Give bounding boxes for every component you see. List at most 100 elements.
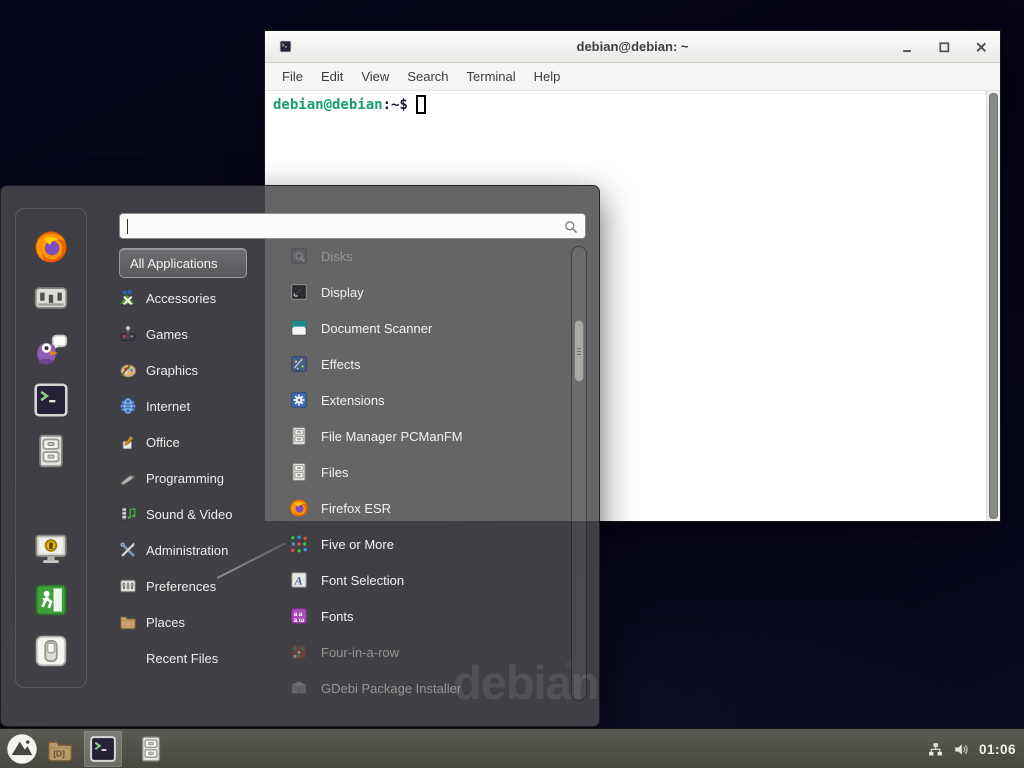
extensions-icon (289, 390, 309, 410)
menu-help[interactable]: Help (525, 66, 570, 87)
category-internet[interactable]: Internet (119, 388, 269, 424)
search-input[interactable] (120, 214, 585, 238)
category-label: Graphics (146, 363, 198, 378)
category-accessories[interactable]: Accessories (119, 280, 269, 316)
svg-text:A: A (294, 574, 303, 588)
favorites-panel (15, 208, 87, 688)
network-icon[interactable] (927, 741, 944, 758)
terminal-scrollbar-thumb[interactable] (989, 93, 998, 519)
desktop-folder-launcher[interactable]: [D] (46, 736, 74, 764)
preferences-icon (119, 577, 137, 595)
firefox-icon (289, 498, 309, 518)
app-file-manager-pcmanfm[interactable]: File Manager PCManFM (273, 418, 565, 454)
category-places[interactable]: Places (119, 604, 269, 640)
accessories-icon (119, 289, 137, 307)
app-extensions[interactable]: Extensions (273, 382, 565, 418)
app-effects[interactable]: Effects (273, 346, 565, 382)
file-cabinet-icon (289, 462, 309, 482)
office-icon (119, 433, 137, 451)
minimize-button[interactable] (899, 39, 916, 56)
app-label: Effects (321, 357, 361, 372)
menu-view[interactable]: View (352, 66, 398, 87)
app-label: Firefox ESR (321, 501, 391, 516)
terminal-titlebar[interactable]: debian@debian: ~ (265, 31, 1000, 63)
app-fonts[interactable]: a aa ω Fonts (273, 598, 565, 634)
app-five-or-more[interactable]: Five or More (273, 526, 565, 562)
category-recent-files[interactable]: Recent Files (119, 640, 269, 676)
svg-text:[D]: [D] (53, 749, 65, 759)
menu-file[interactable]: File (273, 66, 312, 87)
favorite-control-center[interactable] (33, 280, 69, 316)
maximize-button[interactable] (936, 39, 953, 56)
category-list: All Applications Accessories Games Graphic… (119, 248, 269, 676)
app-files[interactable]: Files (273, 454, 565, 490)
app-disks[interactable]: Disks (273, 244, 565, 274)
taskbar-window-file-manager[interactable] (132, 731, 170, 767)
font-selection-icon: A (289, 570, 309, 590)
menu-terminal[interactable]: Terminal (458, 66, 525, 87)
menu-search-box[interactable] (119, 213, 586, 239)
category-label: Preferences (146, 579, 216, 594)
prompt-path: :~$ (383, 97, 408, 113)
category-all-applications[interactable]: All Applications (119, 248, 247, 278)
category-sound-video[interactable]: Sound & Video (119, 496, 269, 532)
menu-edit[interactable]: Edit (312, 66, 352, 87)
terminal-prompt: debian@debian:~$ (273, 95, 426, 114)
menu-scrollbar[interactable] (571, 246, 587, 701)
disks-icon (289, 246, 309, 266)
app-label: Five or More (321, 537, 394, 552)
favorite-lock-screen-button[interactable] (33, 531, 69, 567)
app-font-selection[interactable]: A Font Selection (273, 562, 565, 598)
app-label: Four-in-a-row (321, 645, 399, 660)
document-scanner-icon (289, 318, 309, 338)
app-gdebi-package-installer[interactable]: GDebi Package Installer (273, 670, 565, 699)
clock[interactable]: 01:06 (979, 742, 1016, 757)
five-or-more-icon (289, 534, 309, 554)
terminal-scrollbar[interactable] (986, 91, 1000, 521)
terminal-window-title: debian@debian: ~ (265, 39, 1000, 54)
app-label: Display (321, 285, 364, 300)
favorite-file-manager[interactable] (33, 433, 69, 469)
category-label: Recent Files (146, 651, 218, 666)
category-graphics[interactable]: Graphics (119, 352, 269, 388)
category-label: Sound & Video (146, 507, 233, 522)
sound-video-icon (119, 505, 137, 523)
favorite-firefox[interactable] (33, 229, 69, 265)
application-list: Disks Display Document Scanner Effects Exten… (273, 244, 565, 699)
category-label: Programming (146, 471, 224, 486)
category-label: Internet (146, 399, 190, 414)
category-games[interactable]: Games (119, 316, 269, 352)
prompt-user: debian@debian (273, 97, 383, 113)
category-programming[interactable]: Programming (119, 460, 269, 496)
favorite-log-out-button[interactable] (33, 582, 69, 618)
four-in-a-row-icon (289, 642, 309, 662)
app-label: Font Selection (321, 573, 404, 588)
favorite-shut-down-button[interactable] (33, 633, 69, 669)
close-button[interactable] (973, 39, 990, 56)
favorite-terminal[interactable] (33, 382, 69, 418)
app-four-in-a-row[interactable]: Four-in-a-row (273, 634, 565, 670)
fonts-icon: a aa ω (289, 606, 309, 626)
effects-icon (289, 354, 309, 374)
app-document-scanner[interactable]: Document Scanner (273, 310, 565, 346)
app-firefox-esr[interactable]: Firefox ESR (273, 490, 565, 526)
category-label: Accessories (146, 291, 216, 306)
taskbar-window-terminal[interactable] (84, 731, 122, 767)
games-icon (119, 325, 137, 343)
app-label: Extensions (321, 393, 385, 408)
menu-search[interactable]: Search (398, 66, 457, 87)
menu-scrollbar-thumb[interactable] (574, 320, 584, 382)
app-display[interactable]: Display (273, 274, 565, 310)
category-office[interactable]: Office (119, 424, 269, 460)
places-icon (119, 613, 137, 631)
favorite-pidgin[interactable] (33, 331, 69, 367)
file-cabinet-icon (289, 426, 309, 446)
app-label: Fonts (321, 609, 354, 624)
volume-icon[interactable] (953, 741, 970, 758)
svg-text:a ω: a ω (294, 617, 305, 624)
terminal-menubar: FileEditViewSearchTerminalHelp (265, 63, 1000, 91)
menu-button[interactable] (6, 733, 38, 765)
category-preferences[interactable]: Preferences (119, 568, 269, 604)
category-label: Games (146, 327, 188, 342)
category-label: Places (146, 615, 185, 630)
